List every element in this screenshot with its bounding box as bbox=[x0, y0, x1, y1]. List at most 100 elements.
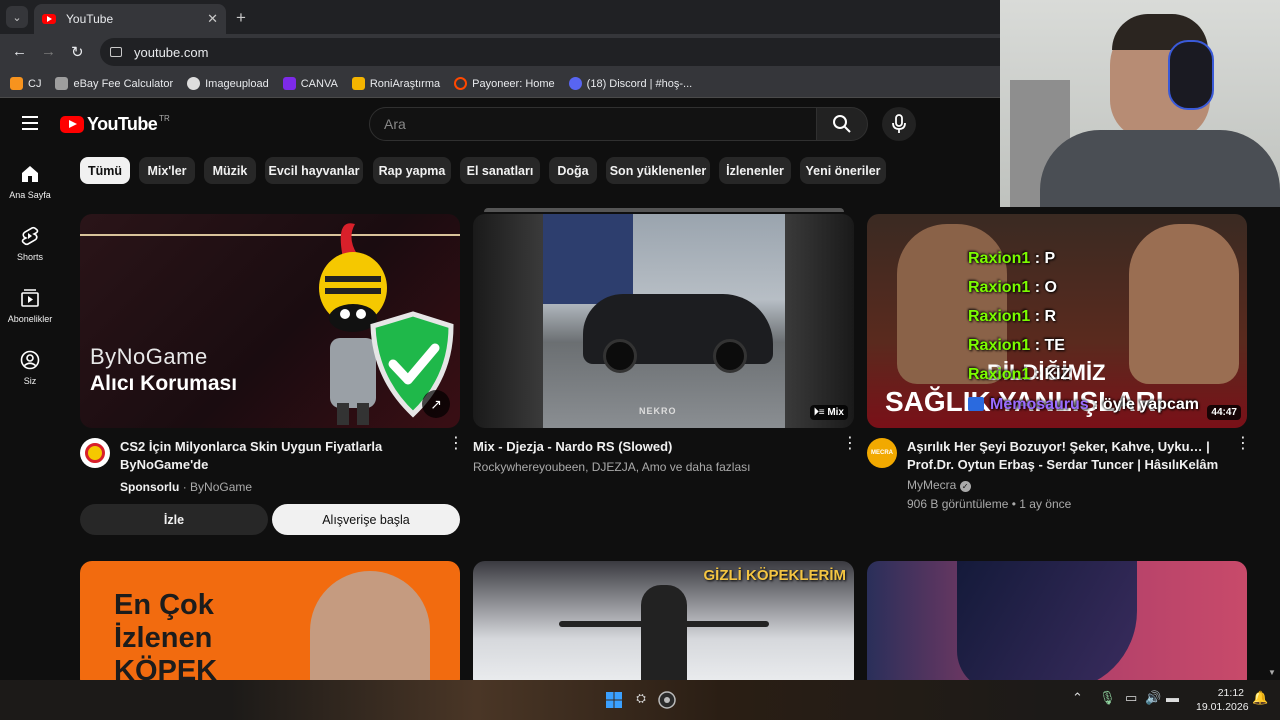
back-arrow-icon[interactable]: ← bbox=[12, 43, 27, 60]
clock-date: 19.01.2026 bbox=[1196, 701, 1249, 713]
chat-message: Raxion1 : O bbox=[968, 279, 1057, 296]
channel-avatar-mymecra[interactable]: MECRA bbox=[867, 438, 897, 468]
sidebar-item-subscriptions[interactable]: Abonelikler bbox=[0, 288, 60, 324]
payoneer-icon bbox=[454, 77, 468, 90]
guest-portrait-right bbox=[1129, 224, 1239, 384]
shop-now-button[interactable]: Alışverişe başla bbox=[272, 504, 460, 535]
logo-region: TR bbox=[159, 114, 170, 123]
user-badge-icon bbox=[968, 397, 984, 411]
bookmark-imageupload[interactable]: Imageupload bbox=[187, 77, 269, 90]
search-placeholder: Ara bbox=[384, 116, 406, 132]
chip-recently-uploaded[interactable]: Son yüklenenler bbox=[606, 157, 710, 184]
tab-search-button[interactable]: ⌄ bbox=[6, 6, 28, 28]
bookmark-payoneer[interactable]: Payoneer: Home bbox=[454, 77, 555, 90]
bookmark-discord[interactable]: (18) Discord | #hoş-... bbox=[568, 77, 692, 90]
network-icon[interactable]: ▭ bbox=[1125, 690, 1137, 706]
show-hidden-icons-icon[interactable]: ⌃ bbox=[1072, 690, 1083, 706]
video-thumbnail-mix[interactable]: NEKRO ⏵≡ Mix bbox=[473, 214, 854, 428]
chip-mixes[interactable]: Mix'ler bbox=[139, 157, 195, 184]
mix-stack-edge bbox=[484, 208, 844, 212]
chip-watched[interactable]: İzlenenler bbox=[719, 157, 791, 184]
open-external-icon[interactable]: ↗ bbox=[422, 390, 450, 418]
bookmark-ebay-fee-calculator[interactable]: eBay Fee Calculator bbox=[55, 77, 173, 90]
chip-rap[interactable]: Rap yapma bbox=[373, 157, 451, 184]
sidebar-item-you[interactable]: Siz bbox=[0, 350, 60, 386]
discord-icon bbox=[568, 77, 582, 90]
video-thumbnail-row2-3[interactable] bbox=[867, 561, 1247, 691]
chip-pets[interactable]: Evcil hayvanlar bbox=[265, 157, 363, 184]
channel-name[interactable]: MyMecra bbox=[907, 478, 956, 492]
logo-text: YouTube bbox=[87, 114, 158, 134]
windows-start-icon[interactable] bbox=[605, 691, 623, 709]
new-tab-button[interactable]: + bbox=[236, 8, 246, 28]
tab-title: YouTube bbox=[66, 12, 114, 26]
chat-message: Memosaurus : öyle yapcam bbox=[968, 396, 1199, 414]
channel-line: MyMecra ✓ bbox=[907, 478, 971, 492]
more-options-icon[interactable]: ⋮ bbox=[1235, 436, 1251, 452]
car-photo: NEKRO bbox=[543, 214, 785, 428]
site-info-icon[interactable] bbox=[110, 47, 122, 57]
channel-name[interactable]: ByNoGame bbox=[190, 480, 252, 494]
scroll-down-arrow-icon[interactable]: ▼ bbox=[1268, 668, 1276, 677]
video-stats: 906 B görüntüleme • 1 ay önce bbox=[907, 497, 1072, 511]
watch-button[interactable]: İzle bbox=[80, 504, 268, 535]
youtube-play-icon bbox=[60, 116, 84, 133]
microphone-tray-icon[interactable]: 🎙 bbox=[1099, 690, 1116, 706]
bookmark-cj[interactable]: CJ bbox=[10, 77, 41, 90]
sidebar-item-home[interactable]: Ana Sayfa bbox=[0, 164, 60, 200]
windows-taskbar: ⛭ ⌃ 🎙 ▭ 🔊 ▬ 21:12 19.01.2026 🔔 bbox=[0, 680, 1280, 720]
volume-icon[interactable]: 🔊 bbox=[1145, 690, 1161, 706]
video-title[interactable]: Mix - Djezja - Nardo RS (Slowed) bbox=[473, 438, 823, 456]
sidebar-label: Shorts bbox=[16, 252, 43, 262]
sidebar-label: Abonelikler bbox=[7, 314, 53, 324]
video-title[interactable]: CS2 İçin Milyonlarca Skin Uygun Fiyatlar… bbox=[120, 438, 430, 474]
microphone-icon bbox=[892, 114, 906, 133]
search-input[interactable]: Ara bbox=[369, 107, 817, 141]
chat-message: Raxion1 : P bbox=[968, 250, 1056, 267]
clock[interactable]: 21:12 19.01.2026 bbox=[1196, 686, 1249, 714]
chrome-icon[interactable] bbox=[658, 691, 676, 709]
globe-icon bbox=[187, 77, 201, 90]
more-options-icon[interactable]: ⋮ bbox=[842, 436, 858, 452]
battery-icon[interactable]: ▬ bbox=[1166, 690, 1179, 705]
more-options-icon[interactable]: ⋮ bbox=[448, 436, 464, 452]
thumbnail-brand-text: ByNoGame bbox=[90, 344, 208, 369]
subscriptions-icon bbox=[21, 289, 39, 307]
sidebar-item-shorts[interactable]: Shorts bbox=[0, 226, 60, 262]
thumbnail-text: En Çok İzlenen KÖPEK bbox=[114, 589, 218, 687]
video-thumbnail-row2-2[interactable]: GİZLİ KÖPEKLERİM bbox=[473, 561, 854, 691]
sidebar-label: Ana Sayfa bbox=[9, 190, 51, 200]
hamburger-menu-icon[interactable] bbox=[22, 116, 38, 130]
youtube-logo[interactable]: YouTube TR bbox=[60, 114, 170, 135]
close-tab-icon[interactable]: ✕ bbox=[207, 11, 218, 27]
chip-all[interactable]: Tümü bbox=[80, 157, 130, 184]
video-thumbnail-row2-1[interactable]: En Çok İzlenen KÖPEK bbox=[80, 561, 460, 691]
voice-search-button[interactable] bbox=[882, 107, 916, 141]
chat-message: Raxion1 : R bbox=[968, 308, 1057, 325]
thumbnail-watermark: NEKRO bbox=[639, 406, 677, 416]
notification-bell-icon[interactable]: 🔔 bbox=[1252, 690, 1268, 706]
search-button[interactable] bbox=[816, 107, 868, 141]
browser-tab-youtube[interactable]: YouTube ✕ bbox=[34, 4, 226, 34]
building bbox=[543, 214, 633, 304]
thumbnail-title: GİZLİ KÖPEKLERİM bbox=[703, 567, 847, 584]
bookmark-canva[interactable]: CANVA bbox=[282, 77, 338, 90]
chip-music[interactable]: Müzik bbox=[204, 157, 256, 184]
chip-new-to-you[interactable]: Yeni öneriler bbox=[800, 157, 886, 184]
chip-crafts[interactable]: El sanatları bbox=[460, 157, 540, 184]
clock-time: 21:12 bbox=[1217, 687, 1244, 699]
taskbar-app-icon[interactable]: ⛭ bbox=[632, 691, 650, 709]
channel-avatar-bynogame[interactable] bbox=[80, 438, 110, 468]
mix-artists[interactable]: Rockywhereyoubeen, DJEZJA, Amo ve daha f… bbox=[473, 460, 750, 474]
bookmark-roniarastirma[interactable]: RoniAraştırma bbox=[351, 77, 440, 90]
cj-icon bbox=[10, 77, 23, 90]
chip-nature[interactable]: Doğa bbox=[549, 157, 597, 184]
home-icon bbox=[22, 166, 38, 182]
video-thumbnail-bynogame[interactable]: ByNoGame Alıcı Koruması ↗ bbox=[80, 214, 460, 428]
reload-icon[interactable]: ↻ bbox=[71, 43, 84, 61]
video-title[interactable]: Aşırılık Her Şeyi Bozuyor! Şeker, Kahve,… bbox=[907, 438, 1227, 474]
mix-badge: ⏵≡ Mix bbox=[809, 405, 848, 420]
chat-message: Raxion1 : TE bbox=[968, 337, 1065, 354]
you-icon bbox=[20, 350, 40, 370]
forward-arrow-icon[interactable]: → bbox=[41, 43, 56, 60]
